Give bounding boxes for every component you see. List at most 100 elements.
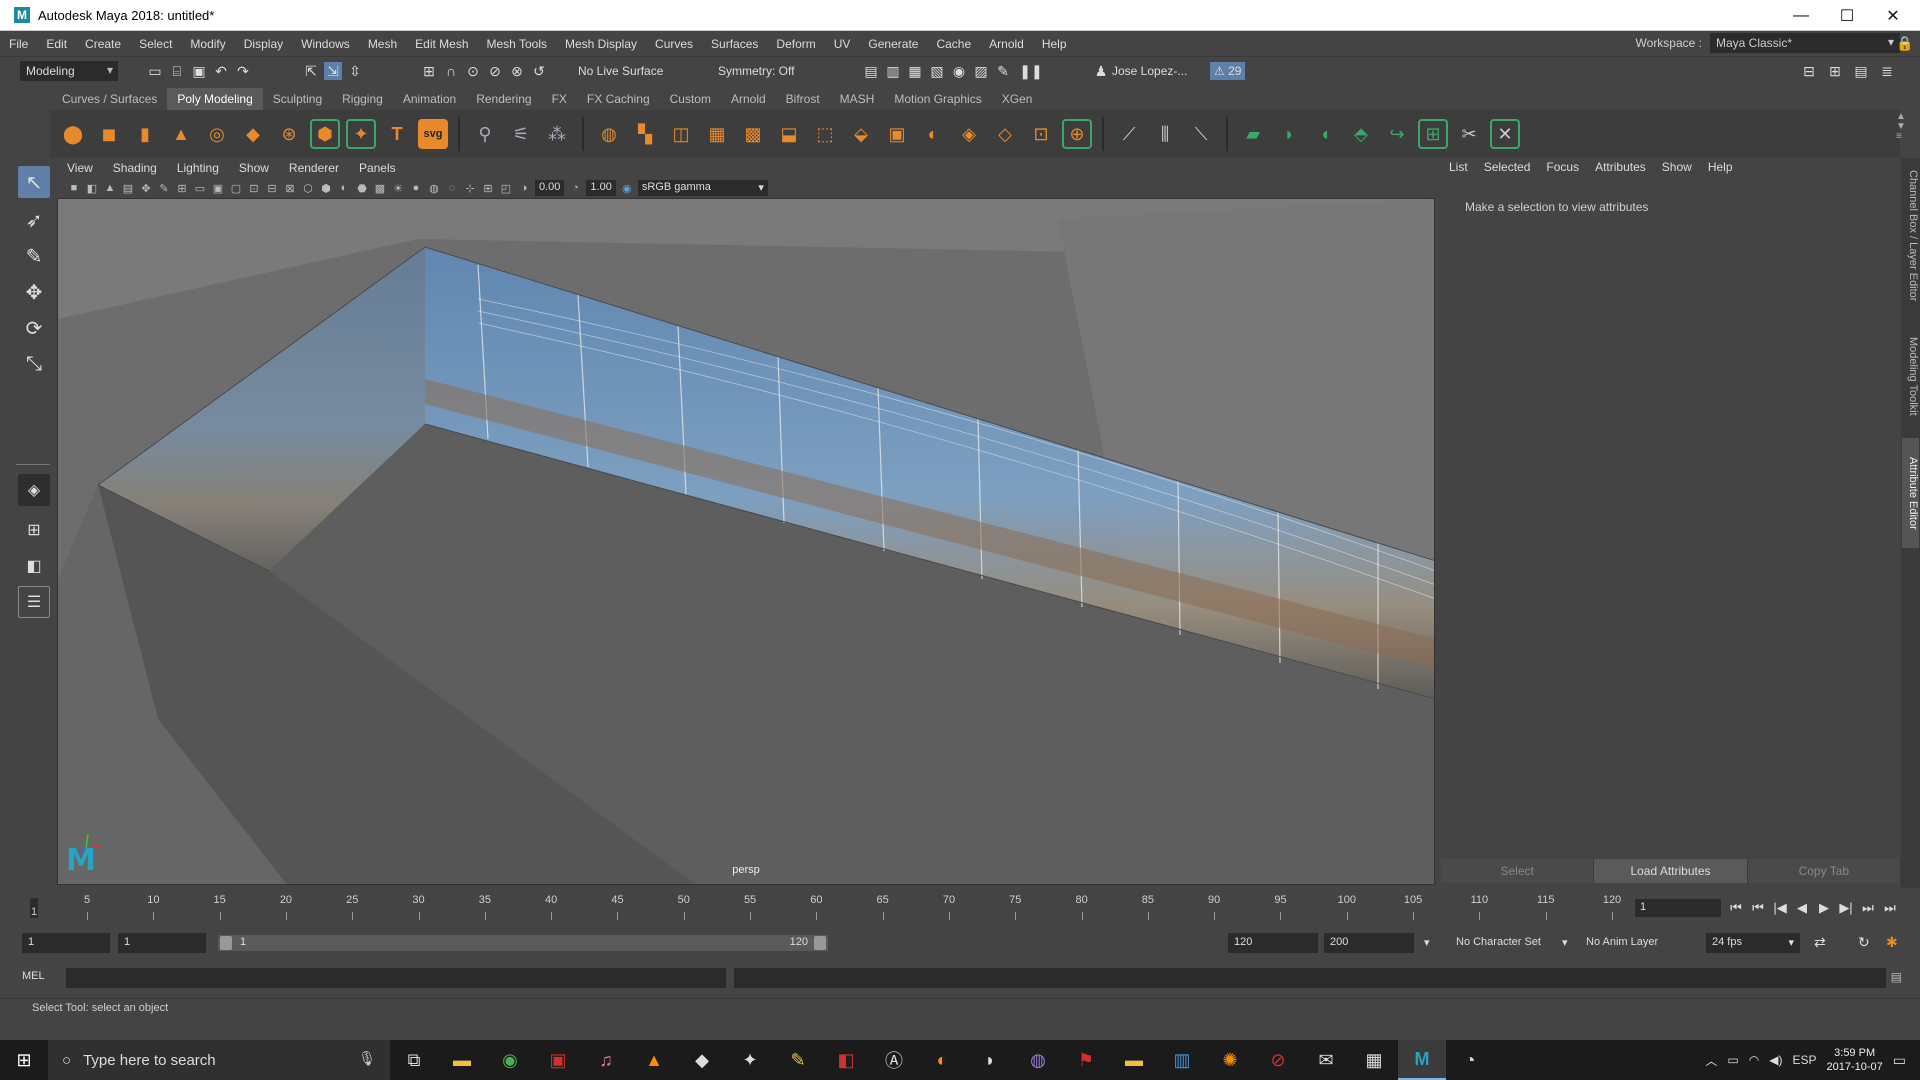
wireframe-on-shaded-icon[interactable]: ⬣ <box>355 181 369 195</box>
save-scene-icon[interactable]: ▣ <box>190 62 208 80</box>
rotate-tool-icon[interactable]: ⟳ <box>18 312 50 344</box>
animation-end-field[interactable]: 200 <box>1324 933 1414 953</box>
menu-mesh-tools[interactable]: Mesh Tools <box>478 37 556 51</box>
twod-pan-icon[interactable]: ✥ <box>139 181 153 195</box>
gamma-field[interactable]: 1.00 <box>586 180 616 196</box>
character-set-dropdown[interactable]: No Character Set <box>1456 936 1541 948</box>
menu-edit[interactable]: Edit <box>37 37 76 51</box>
step-back-frame-icon[interactable]: |◀ <box>1770 898 1790 918</box>
paint-select-tool-icon[interactable]: ✎ <box>18 240 50 272</box>
xray-active-icon[interactable]: ◰ <box>499 181 513 195</box>
separate-icon[interactable]: ▚ <box>630 119 660 149</box>
mail-icon[interactable]: ✉ <box>1302 1040 1350 1080</box>
range-slider[interactable]: 1 120 <box>218 935 828 951</box>
multi-cut-icon[interactable]: ▣ <box>882 119 912 149</box>
tool-settings-toggle-icon[interactable]: ▤ <box>1852 62 1870 80</box>
field-chart-icon[interactable]: ⊡ <box>247 181 261 195</box>
playback-end-field[interactable]: 120 <box>1228 933 1318 953</box>
range-end-handle[interactable] <box>814 936 826 950</box>
arnold-icon[interactable]: Ⓐ <box>870 1040 918 1080</box>
menu-help[interactable]: Help <box>1033 37 1076 51</box>
grease-pencil-icon[interactable]: ✎ <box>157 181 171 195</box>
render-setup-icon[interactable]: ▨ <box>972 62 990 80</box>
maximize-button[interactable]: ☐ <box>1824 0 1870 31</box>
menu-arnold[interactable]: Arnold <box>980 37 1033 51</box>
chevron-up-icon[interactable]: ︿ <box>1705 1052 1717 1069</box>
menu-create[interactable]: Create <box>76 37 130 51</box>
play-forwards-icon[interactable]: ▶ <box>1814 898 1834 918</box>
bevel-icon[interactable]: ⬙ <box>846 119 876 149</box>
paint-app-icon[interactable]: ◔ <box>1446 1040 1494 1080</box>
menu-curves[interactable]: Curves <box>646 37 702 51</box>
time-slider[interactable]: 1 5 10 15 20 25 30 35 40 45 50 55 60 65 70 75 80 85 90 95 1… <box>22 892 1630 922</box>
menu-uv[interactable]: UV <box>825 37 860 51</box>
single-perspective-layout-icon[interactable]: ◈ <box>18 474 50 506</box>
wireframe-icon[interactable]: ⬡ <box>301 181 315 195</box>
select-by-hierarchy-icon[interactable]: ⇱ <box>302 62 320 80</box>
attribute-menu-focus[interactable]: Focus <box>1538 160 1587 174</box>
copy-tab-button[interactable]: Copy Tab <box>1747 859 1901 883</box>
battery-icon[interactable]: ▭ <box>1727 1053 1738 1067</box>
shelf-tab-fx[interactable]: FX <box>542 88 577 110</box>
step-forward-frame-icon[interactable]: ▶| <box>1836 898 1856 918</box>
select-tool-icon[interactable]: ↖ <box>18 166 50 198</box>
gate-mask-icon[interactable]: ▢ <box>229 181 243 195</box>
viewport-menu-panels[interactable]: Panels <box>349 161 406 175</box>
playback-start-field[interactable]: 1 <box>118 933 206 953</box>
smooth-tool-icon[interactable]: ⁂ <box>542 119 572 149</box>
shader-app-icon[interactable]: ◗ <box>966 1040 1014 1080</box>
undo-icon[interactable]: ↶ <box>212 62 230 80</box>
anim-layer-dropdown[interactable]: No Anim Layer <box>1586 936 1658 948</box>
modeling-toolkit-tab[interactable]: Modeling Toolkit <box>1902 326 1919 426</box>
file-explorer-icon[interactable]: ▬ <box>438 1040 486 1080</box>
wifi-icon[interactable]: ◠ <box>1749 1053 1759 1067</box>
shelf-tab-mash[interactable]: MASH <box>830 88 885 110</box>
connect-tool-icon[interactable]: ⟍ <box>1186 119 1216 149</box>
shelf-tab-arnold[interactable]: Arnold <box>721 88 776 110</box>
move-tool-icon[interactable]: ✥ <box>18 276 50 308</box>
inkscape-icon[interactable]: ◆ <box>678 1040 726 1080</box>
attribute-menu-selected[interactable]: Selected <box>1476 160 1539 174</box>
shelf-tab-xgen[interactable]: XGen <box>992 88 1043 110</box>
exposure-field[interactable]: 0.00 <box>535 180 565 196</box>
poly-cylinder-icon[interactable]: ▮ <box>130 119 160 149</box>
snap-rotate-icon[interactable]: ↺ <box>530 62 548 80</box>
merge-icon[interactable]: ⊕ <box>1062 119 1092 149</box>
gamma-icon[interactable]: ◔ <box>568 181 582 195</box>
uv-unfold-icon[interactable]: ↪ <box>1382 119 1412 149</box>
play-backwards-icon[interactable]: ◀ <box>1792 898 1812 918</box>
attribute-menu-help[interactable]: Help <box>1700 160 1741 174</box>
shelf-tab-animation[interactable]: Animation <box>393 88 466 110</box>
viewport-menu-lighting[interactable]: Lighting <box>167 161 229 175</box>
shelf-tab-bifrost[interactable]: Bifrost <box>776 88 830 110</box>
menu-mesh[interactable]: Mesh <box>359 37 406 51</box>
character-set-chevron-icon[interactable]: ▾ <box>1424 936 1430 949</box>
live-surface-field[interactable]: No Live Surface <box>578 60 674 82</box>
shelf-scroll-icon[interactable]: ▲ ▼ ≡ <box>1896 112 1906 142</box>
new-scene-icon[interactable]: ▭ <box>146 62 164 80</box>
poly-sphere-icon[interactable]: ⬤ <box>58 119 88 149</box>
uv-layout-icon[interactable]: ⊞ <box>1418 119 1448 149</box>
render-frame-icon[interactable]: ▥ <box>884 62 902 80</box>
open-scene-icon[interactable]: ⌸ <box>168 62 186 80</box>
menu-file[interactable]: File <box>0 37 37 51</box>
select-button[interactable]: Select <box>1441 859 1595 883</box>
scale-tool-icon[interactable]: ⤡ <box>18 348 50 380</box>
menu-display[interactable]: Display <box>235 37 292 51</box>
viewport-menu-shading[interactable]: Shading <box>103 161 167 175</box>
ipr-render-icon[interactable]: ▦ <box>906 62 924 80</box>
camera-select-icon[interactable]: ■ <box>67 181 81 195</box>
render-settings-icon[interactable]: ▧ <box>928 62 946 80</box>
current-frame-field[interactable]: 1 <box>1635 899 1721 917</box>
acrobat-icon[interactable]: ▣ <box>534 1040 582 1080</box>
image-plane-icon[interactable]: ▤ <box>121 181 135 195</box>
go-to-end-icon[interactable]: ⏭ <box>1880 898 1900 918</box>
language-indicator[interactable]: ESP <box>1792 1053 1816 1067</box>
motion-blur-icon[interactable]: ◌ <box>445 181 459 195</box>
redo-icon[interactable]: ↷ <box>234 62 252 80</box>
itunes-icon[interactable]: ♫ <box>582 1040 630 1080</box>
quadrangulate-icon[interactable]: ◇ <box>990 119 1020 149</box>
chrome-icon[interactable]: ◉ <box>486 1040 534 1080</box>
mirror-icon[interactable]: ◫ <box>666 119 696 149</box>
minimize-button[interactable]: — <box>1778 0 1824 31</box>
